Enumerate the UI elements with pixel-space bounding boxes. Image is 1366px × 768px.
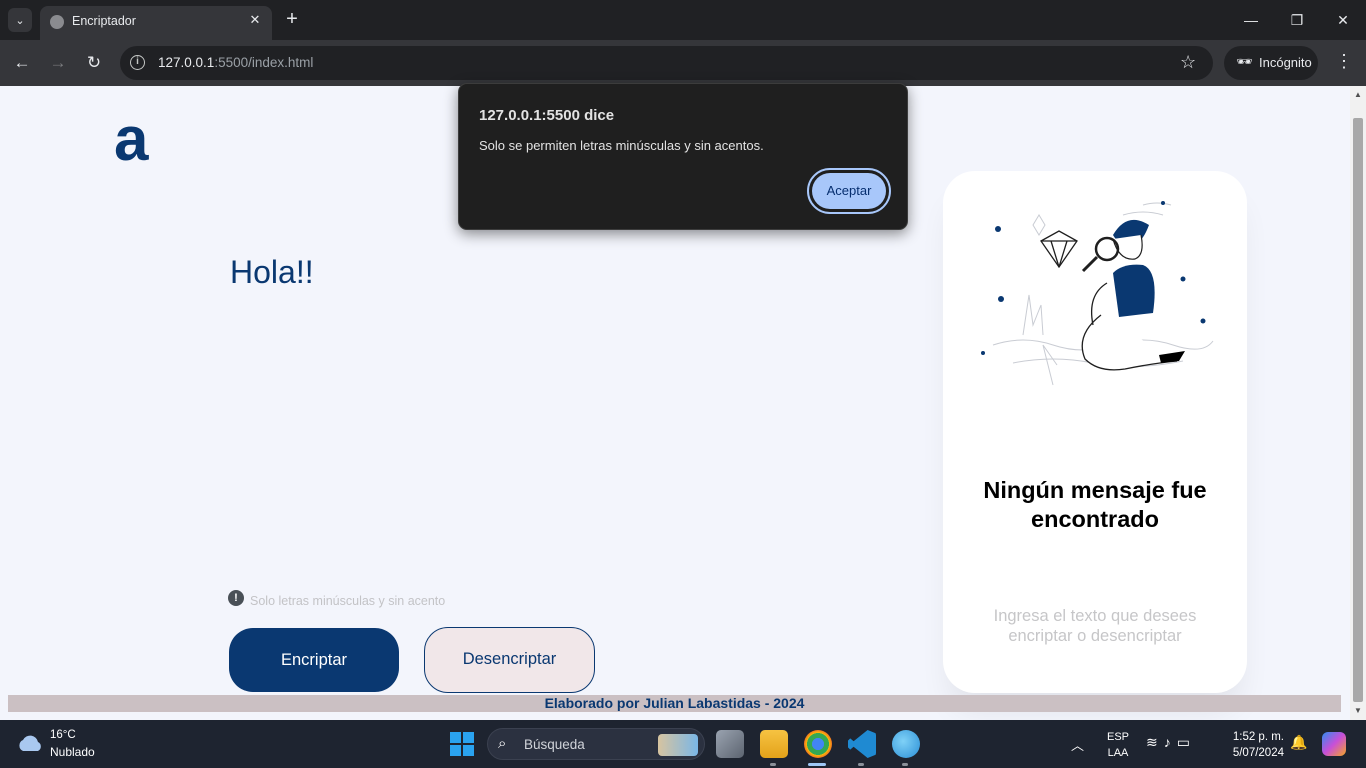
- tab-close-icon[interactable]: ✕: [246, 11, 264, 29]
- page-scrollbar[interactable]: ▲ ▼: [1350, 86, 1366, 720]
- clock[interactable]: 1:52 p. m. 5/07/2024: [1222, 729, 1284, 761]
- search-highlight-image: [658, 734, 698, 756]
- chrome-active-indicator: [808, 763, 826, 766]
- panel-text: Ingresa el texto que desees encriptar o …: [993, 607, 1197, 645]
- vscode-icon[interactable]: [848, 730, 876, 758]
- message-textarea[interactable]: Hola!!: [230, 254, 870, 574]
- dialog-message: Solo se permiten letras minúsculas y sin…: [479, 138, 764, 153]
- paint-running-indicator: [902, 763, 908, 766]
- reload-icon[interactable]: ↻: [82, 51, 106, 75]
- cloud-icon: [19, 735, 41, 751]
- panel-heading: Ningún mensaje fue encontrado: [983, 477, 1207, 532]
- scroll-up-arrow-icon[interactable]: ▲: [1353, 90, 1363, 100]
- window-close-icon[interactable]: ✕: [1320, 8, 1366, 32]
- browser-toolbar: ← → ↻ i 127.0.0.1:5500/index.html ☆ 🕶 In…: [0, 40, 1366, 86]
- taskbar-search[interactable]: ⌕ Búsqueda: [487, 728, 705, 760]
- notification-bell-icon[interactable]: 🔔: [1290, 734, 1307, 751]
- scroll-down-arrow-icon[interactable]: ▼: [1353, 706, 1363, 716]
- incognito-icon: 🕶: [1236, 54, 1253, 69]
- back-arrow-icon[interactable]: ←: [10, 51, 34, 75]
- vscode-running-indicator: [858, 763, 864, 766]
- dialog-ok-button[interactable]: Aceptar: [807, 168, 891, 214]
- task-view-icon[interactable]: [716, 730, 744, 758]
- incognito-badge[interactable]: 🕶 Incógnito: [1224, 46, 1318, 80]
- logo: a: [114, 105, 149, 174]
- scrollbar-thumb[interactable]: [1353, 118, 1363, 702]
- forward-arrow-icon[interactable]: →: [46, 51, 70, 75]
- tab-bar: ⌄ Encriptador ✕ + — ❐ ✕: [0, 0, 1366, 40]
- person-with-magnifier-illustration: [981, 201, 1214, 386]
- footer: Elaborado por Julian Labastidas - 2024: [8, 695, 1341, 712]
- file-explorer-running-indicator: [770, 763, 776, 766]
- language-indicator[interactable]: ESP LAA: [1107, 729, 1129, 761]
- search-icon: ⌕: [498, 735, 507, 752]
- tab-encriptador[interactable]: Encriptador ✕: [40, 6, 272, 40]
- globe-icon: [50, 15, 64, 29]
- url-text[interactable]: 127.0.0.1:5500/index.html: [158, 55, 313, 70]
- address-bar[interactable]: i 127.0.0.1:5500/index.html ☆: [120, 46, 1213, 80]
- new-tab-plus-icon[interactable]: +: [282, 8, 302, 32]
- exclamation-icon: !: [228, 590, 244, 606]
- more-options-icon[interactable]: ⋮: [1334, 51, 1354, 72]
- show-hidden-icons-chevron-icon[interactable]: ︿: [1071, 735, 1084, 754]
- encrypt-button[interactable]: Encriptar: [229, 628, 399, 692]
- decrypt-button[interactable]: Desencriptar: [424, 627, 595, 693]
- output-panel: Ningún mensaje fue encontrado Ingresa el…: [943, 171, 1247, 693]
- file-explorer-icon[interactable]: [760, 730, 788, 758]
- hint-text: Solo letras minúsculas y sin acento: [250, 594, 446, 608]
- paint-icon[interactable]: [892, 730, 920, 758]
- site-info-icon[interactable]: i: [130, 55, 145, 70]
- dialog-title: 127.0.0.1:5500 dice: [479, 107, 615, 124]
- chrome-icon[interactable]: [804, 730, 832, 758]
- copilot-icon[interactable]: [1322, 732, 1346, 756]
- windows-taskbar: 16°C Nublado ⌕ Búsqueda ︿ ESP LAA ≋♪▭ 1:5…: [0, 720, 1366, 768]
- tab-title: Encriptador: [72, 14, 136, 28]
- tab-search-chevron-icon[interactable]: ⌄: [8, 8, 32, 32]
- alert-dialog: 127.0.0.1:5500 dice Solo se permiten let…: [458, 83, 908, 230]
- wifi-volume-battery-icons[interactable]: ≋♪▭: [1146, 734, 1196, 751]
- windows-start-icon[interactable]: [450, 732, 474, 756]
- restore-icon[interactable]: ❐: [1274, 8, 1320, 32]
- minimize-icon[interactable]: —: [1228, 8, 1274, 32]
- bookmark-star-icon[interactable]: ☆: [1180, 52, 1196, 73]
